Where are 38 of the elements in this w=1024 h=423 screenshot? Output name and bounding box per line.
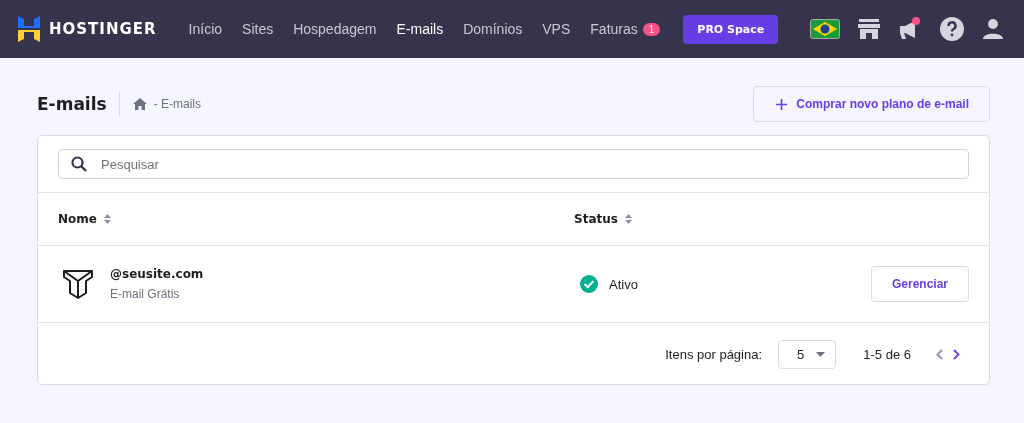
user-icon[interactable] bbox=[982, 18, 1004, 40]
sort-icon[interactable] bbox=[103, 214, 111, 224]
items-per-page-label: Itens por página: bbox=[665, 346, 763, 362]
search-icon bbox=[71, 156, 87, 172]
nav-link[interactable]: Faturas 1 bbox=[590, 21, 661, 37]
nav-link[interactable]: E-mails bbox=[396, 21, 444, 37]
home-icon[interactable] bbox=[132, 98, 147, 110]
column-header[interactable]: Status bbox=[574, 212, 618, 226]
nav-link[interactable]: Hospedagem bbox=[293, 21, 377, 37]
column-header[interactable]: Nome bbox=[58, 212, 97, 226]
email-domain[interactable]: @seusite.com bbox=[110, 267, 204, 281]
status-text: Ativo bbox=[609, 276, 638, 292]
buy-plan-button[interactable]: Comprar novo plano de e-mail bbox=[753, 86, 990, 122]
caret-icon bbox=[816, 351, 826, 357]
nav-link[interactable]: Domínios bbox=[463, 21, 523, 37]
logo-icon bbox=[18, 16, 40, 42]
nav-link[interactable]: Início bbox=[188, 21, 223, 37]
manage-button[interactable]: Gerenciar bbox=[870, 266, 969, 302]
page-range: 1-5 de 6 bbox=[863, 346, 911, 362]
mailbox-icon bbox=[62, 269, 94, 299]
plus-icon bbox=[776, 98, 788, 110]
store-icon[interactable] bbox=[858, 19, 880, 39]
per-page-select[interactable]: 5 bbox=[778, 339, 837, 369]
nav-link[interactable]: VPS bbox=[542, 21, 571, 37]
count-badge: 1 bbox=[642, 22, 661, 36]
brand-name: HOSTINGER bbox=[49, 20, 157, 38]
flag-icon[interactable] bbox=[810, 19, 840, 39]
breadcrumb: - E-mails bbox=[153, 97, 201, 111]
help-icon[interactable] bbox=[940, 17, 964, 41]
sort-icon[interactable] bbox=[624, 214, 632, 224]
chevron-left-icon bbox=[936, 348, 943, 360]
search-field[interactable]: Pesquisar bbox=[58, 149, 969, 179]
pro-space-button[interactable]: PRO Space bbox=[683, 14, 779, 44]
chevron-right-icon bbox=[953, 348, 960, 360]
megaphone-icon[interactable] bbox=[898, 17, 922, 41]
plan-name: E-mail Grátis bbox=[110, 287, 181, 301]
page-title: E-mails bbox=[37, 94, 107, 114]
nav-link[interactable]: Sites bbox=[242, 21, 274, 37]
